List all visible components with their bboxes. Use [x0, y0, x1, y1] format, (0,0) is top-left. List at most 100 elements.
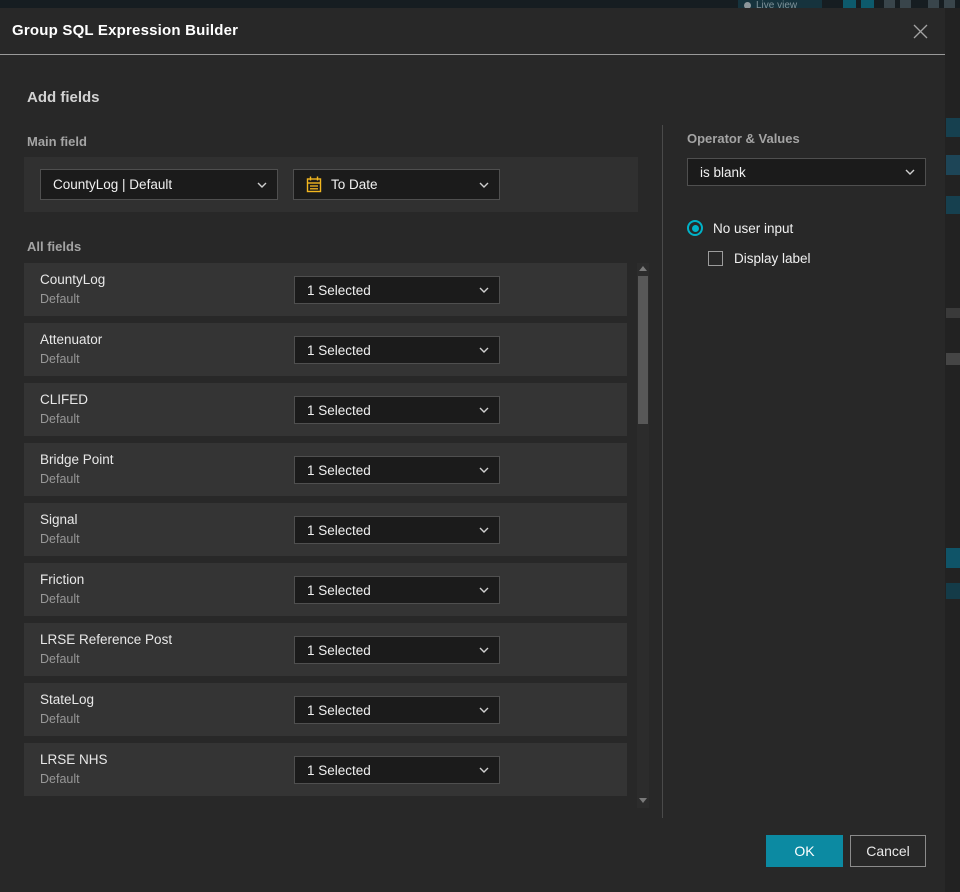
scroll-up-icon[interactable] — [639, 266, 647, 272]
field-subtitle: Default — [40, 472, 80, 486]
field-selected-dropdown[interactable]: 1 Selected — [294, 756, 500, 784]
main-field-container: CountyLog | Default To Date — [24, 157, 638, 212]
cancel-button[interactable]: Cancel — [850, 835, 926, 867]
field-subtitle: Default — [40, 412, 80, 426]
field-row: Attenuator Default 1 Selected — [24, 323, 627, 376]
background-artifact — [946, 583, 960, 599]
field-selected-value: 1 Selected — [307, 522, 371, 538]
field-row: LRSE Reference Post Default 1 Selected — [24, 623, 627, 676]
field-selected-value: 1 Selected — [307, 702, 371, 718]
field-subtitle: Default — [40, 772, 80, 786]
field-row: Bridge Point Default 1 Selected — [24, 443, 627, 496]
field-name: CountyLog — [40, 272, 106, 287]
field-row: StateLog Default 1 Selected — [24, 683, 627, 736]
chevron-down-icon — [479, 287, 489, 293]
field-selected-dropdown[interactable]: 1 Selected — [294, 636, 500, 664]
chevron-down-icon — [257, 182, 267, 188]
panel-divider — [662, 125, 663, 818]
field-subtitle: Default — [40, 592, 80, 606]
field-name: LRSE Reference Post — [40, 632, 173, 647]
no-user-input-radio[interactable]: No user input — [687, 220, 793, 236]
chevron-down-icon — [479, 467, 489, 473]
toolbar-button-icon[interactable] — [928, 0, 939, 8]
add-fields-heading: Add fields — [27, 89, 100, 106]
field-selected-value: 1 Selected — [307, 642, 371, 658]
operator-values-heading: Operator & Values — [687, 131, 800, 146]
all-fields-label: All fields — [27, 239, 82, 254]
background-panel — [945, 8, 960, 892]
background-artifact — [946, 353, 960, 365]
field-row: Friction Default 1 Selected — [24, 563, 627, 616]
toolbar-button-icon[interactable] — [944, 0, 955, 8]
field-selected-dropdown[interactable]: 1 Selected — [294, 576, 500, 604]
main-field-dropdown-value: CountyLog | Default — [53, 177, 173, 192]
chevron-down-icon — [479, 587, 489, 593]
main-field-dropdown[interactable]: CountyLog | Default — [40, 169, 278, 200]
field-selected-dropdown[interactable]: 1 Selected — [294, 456, 500, 484]
field-subtitle: Default — [40, 352, 80, 366]
field-selected-dropdown[interactable]: 1 Selected — [294, 396, 500, 424]
toolbar-button-icon[interactable] — [843, 0, 856, 8]
field-selected-dropdown[interactable]: 1 Selected — [294, 696, 500, 724]
calendar-icon — [306, 176, 322, 193]
dialog-group-sql-expression-builder: Group SQL Expression Builder Add fields … — [0, 8, 945, 892]
chevron-down-icon — [479, 707, 489, 713]
background-artifact — [946, 548, 960, 568]
operator-dropdown-value: is blank — [700, 164, 746, 180]
dialog-header: Group SQL Expression Builder — [0, 8, 945, 55]
chevron-down-icon — [905, 169, 915, 175]
checkbox-label: Display label — [734, 251, 811, 266]
scrollbar[interactable] — [637, 263, 649, 808]
field-row: CLIFED Default 1 Selected — [24, 383, 627, 436]
chevron-down-icon — [479, 182, 489, 188]
scroll-down-icon[interactable] — [639, 798, 647, 804]
background-artifact — [946, 118, 960, 137]
field-name: Signal — [40, 512, 78, 527]
field-selected-value: 1 Selected — [307, 582, 371, 598]
display-label-checkbox[interactable]: Display label — [708, 251, 811, 266]
scrollbar-thumb[interactable] — [638, 276, 648, 424]
screen: Live view Group SQL Expression Builder A… — [0, 0, 960, 892]
field-name: Attenuator — [40, 332, 103, 347]
toolbar-button-icon[interactable] — [884, 0, 895, 8]
field-name: CLIFED — [40, 392, 89, 407]
chevron-down-icon — [479, 407, 489, 413]
field-selected-dropdown[interactable]: 1 Selected — [294, 516, 500, 544]
toolbar-button-icon[interactable] — [861, 0, 874, 8]
ok-button[interactable]: OK — [766, 835, 843, 867]
field-selected-dropdown[interactable]: 1 Selected — [294, 276, 500, 304]
field-selected-dropdown[interactable]: 1 Selected — [294, 336, 500, 364]
toolbar-button-icon[interactable] — [900, 0, 911, 8]
close-button[interactable] — [909, 20, 931, 42]
operator-dropdown[interactable]: is blank — [687, 158, 926, 186]
field-selected-value: 1 Selected — [307, 762, 371, 778]
date-field-dropdown-value: To Date — [331, 177, 378, 192]
all-fields-list: CountyLog Default 1 Selected Attenuator … — [24, 263, 627, 803]
field-selected-value: 1 Selected — [307, 282, 371, 298]
background-artifact — [946, 308, 960, 318]
field-row: Signal Default 1 Selected — [24, 503, 627, 556]
field-subtitle: Default — [40, 712, 80, 726]
field-subtitle: Default — [40, 292, 80, 306]
field-selected-value: 1 Selected — [307, 402, 371, 418]
field-row: CountyLog Default 1 Selected — [24, 263, 627, 316]
date-field-dropdown[interactable]: To Date — [293, 169, 500, 200]
field-name: StateLog — [40, 692, 95, 707]
main-field-label: Main field — [27, 134, 87, 149]
chevron-down-icon — [479, 347, 489, 353]
field-name: Bridge Point — [40, 452, 114, 467]
field-name: Friction — [40, 572, 85, 587]
chevron-down-icon — [479, 527, 489, 533]
background-toolbar: Live view — [0, 0, 960, 8]
live-view-toggle[interactable]: Live view — [738, 0, 822, 8]
field-selected-value: 1 Selected — [307, 342, 371, 358]
field-name: LRSE NHS — [40, 752, 108, 767]
checkbox-unchecked-icon — [708, 251, 723, 266]
background-artifact — [946, 196, 960, 214]
chevron-down-icon — [479, 767, 489, 773]
field-selected-value: 1 Selected — [307, 462, 371, 478]
background-artifact — [946, 155, 960, 175]
field-row: LRSE NHS Default 1 Selected — [24, 743, 627, 796]
radio-label: No user input — [713, 220, 794, 236]
close-icon — [913, 24, 927, 38]
